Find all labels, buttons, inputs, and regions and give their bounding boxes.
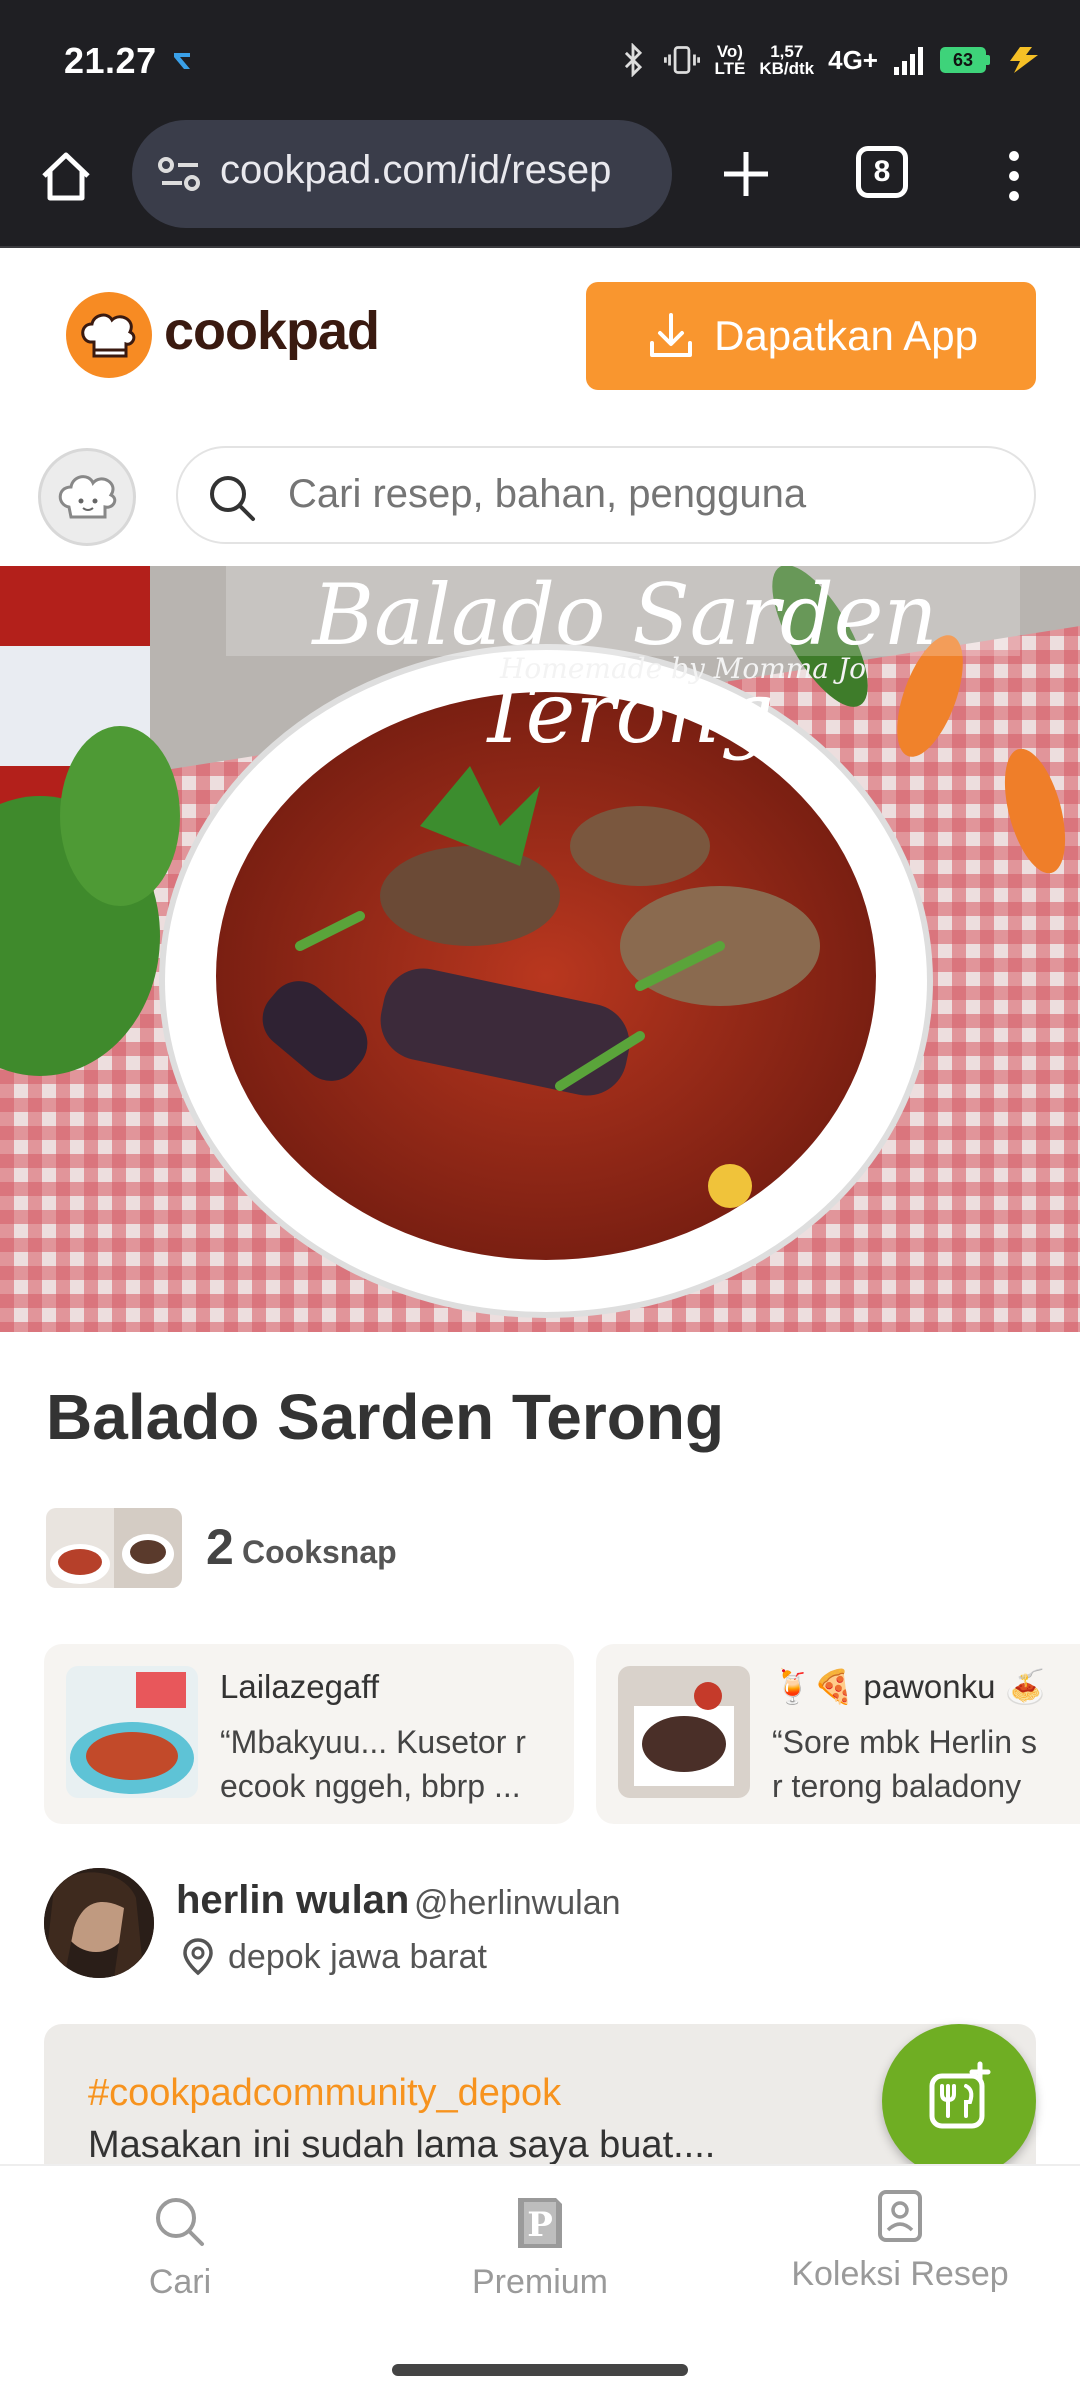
- search-bar[interactable]: [176, 446, 1036, 544]
- charging-icon: [1010, 47, 1038, 73]
- collection-icon: [878, 2190, 922, 2242]
- recipe-hero-image[interactable]: Balado Sarden Terong Homemade by Momma J…: [0, 566, 1080, 1332]
- hero-overlay-subtitle: Homemade by Momma Jo: [500, 652, 866, 685]
- get-app-label: Dapatkan App: [714, 312, 978, 359]
- cooksnap-add-icon: [929, 2061, 991, 2129]
- site-header: cookpad Dapatkan App: [0, 250, 1080, 410]
- author-location: depok jawa barat: [228, 1938, 487, 1976]
- premium-icon: P: [518, 2198, 562, 2248]
- url-text[interactable]: cookpad.com/id/resep: [220, 148, 650, 193]
- nav-search-label: Cari: [148, 2263, 212, 2301]
- author-avatar[interactable]: [44, 1868, 154, 1978]
- address-bar[interactable]: cookpad.com/id/resep: [132, 120, 672, 228]
- cooksnap-label[interactable]: Cooksnap: [242, 1534, 397, 1571]
- vibrate-icon: [664, 46, 701, 74]
- cooksnap-author: Lailazegaff: [220, 1668, 380, 1705]
- recipe-title: Balado Sarden Terong: [46, 1381, 725, 1453]
- gesture-home-indicator[interactable]: [392, 2364, 688, 2376]
- cooksnap-photo: [618, 1666, 750, 1798]
- cooksnap-photo: [66, 1666, 198, 1798]
- cookpad-logo-text[interactable]: cookpad: [164, 300, 380, 362]
- nav-premium-label: Premium: [471, 2263, 609, 2301]
- nav-premium[interactable]: P Premium: [400, 2192, 680, 2302]
- cooksnap-comment: “Mbakyuu... Kusetor r ecook nggeh, bbrp …: [220, 1724, 526, 1804]
- net-speed: 1,57 KB/dtk: [759, 42, 815, 78]
- tab-switcher-button[interactable]: 8: [856, 146, 908, 198]
- cooksnap-comment: “Sore mbk Herlin s r terong baladony: [772, 1724, 1037, 1804]
- add-cooksnap-button[interactable]: [882, 2024, 1036, 2178]
- search-input[interactable]: [288, 472, 988, 517]
- status-bar: 21.27 Vo) LTE 1,57 KB/dtk 4G+ 63: [0, 0, 1080, 120]
- user-avatar-button[interactable]: [38, 448, 136, 546]
- search-icon: [210, 476, 255, 521]
- get-app-button[interactable]: Dapatkan App: [586, 282, 1036, 390]
- author-handle[interactable]: @herlinwulan: [414, 1884, 621, 1923]
- new-tab-icon[interactable]: [716, 144, 776, 204]
- hashtag-link[interactable]: #cookpadcommunity_depok: [88, 2072, 561, 2115]
- status-icons: Vo) LTE 1,57 KB/dtk 4G+ 63: [616, 38, 1044, 82]
- site-settings-icon[interactable]: [158, 156, 202, 192]
- download-icon: [650, 313, 693, 357]
- nav-search[interactable]: Cari: [40, 2192, 320, 2302]
- svg-text:P: P: [527, 2205, 553, 2245]
- clock: 21.27: [64, 40, 157, 81]
- nav-collection-label: Koleksi Resep: [791, 2255, 1009, 2293]
- search-icon: [156, 2198, 204, 2246]
- cooksnap-card[interactable]: Lailazegaff “Mbakyuu... Kusetor r ecook …: [44, 1644, 574, 1824]
- cooksnap-thumbnails[interactable]: [46, 1508, 182, 1588]
- chef-avatar-icon: [58, 475, 117, 519]
- browser-toolbar: cookpad.com/id/resep 8: [0, 120, 1080, 248]
- home-icon[interactable]: [36, 146, 96, 206]
- bluetooth-icon: [625, 43, 643, 77]
- cookpad-logo-icon[interactable]: [66, 292, 152, 378]
- cooksnap-count[interactable]: 2: [206, 1518, 234, 1576]
- cooksnap-card[interactable]: 🍹🍕 pawonku 🍝 “Sore mbk Herlin s r terong…: [596, 1644, 1080, 1824]
- volte-indicator: Vo) LTE: [714, 42, 746, 78]
- app-notification-icon: [174, 53, 190, 69]
- signal-icon: [894, 47, 923, 75]
- description-text: Masakan ini sudah lama saya buat....: [88, 2124, 716, 2166]
- author-name[interactable]: herlin wulan: [176, 1878, 409, 1923]
- network-type: 4G+: [828, 44, 878, 75]
- location-pin-icon: [183, 1938, 213, 1976]
- nav-collection[interactable]: Koleksi Resep: [760, 2188, 1040, 2294]
- cooksnap-author: 🍹🍕 pawonku 🍝: [772, 1668, 1046, 1705]
- battery-icon: 63: [940, 47, 990, 73]
- overflow-menu-icon[interactable]: [990, 146, 1038, 206]
